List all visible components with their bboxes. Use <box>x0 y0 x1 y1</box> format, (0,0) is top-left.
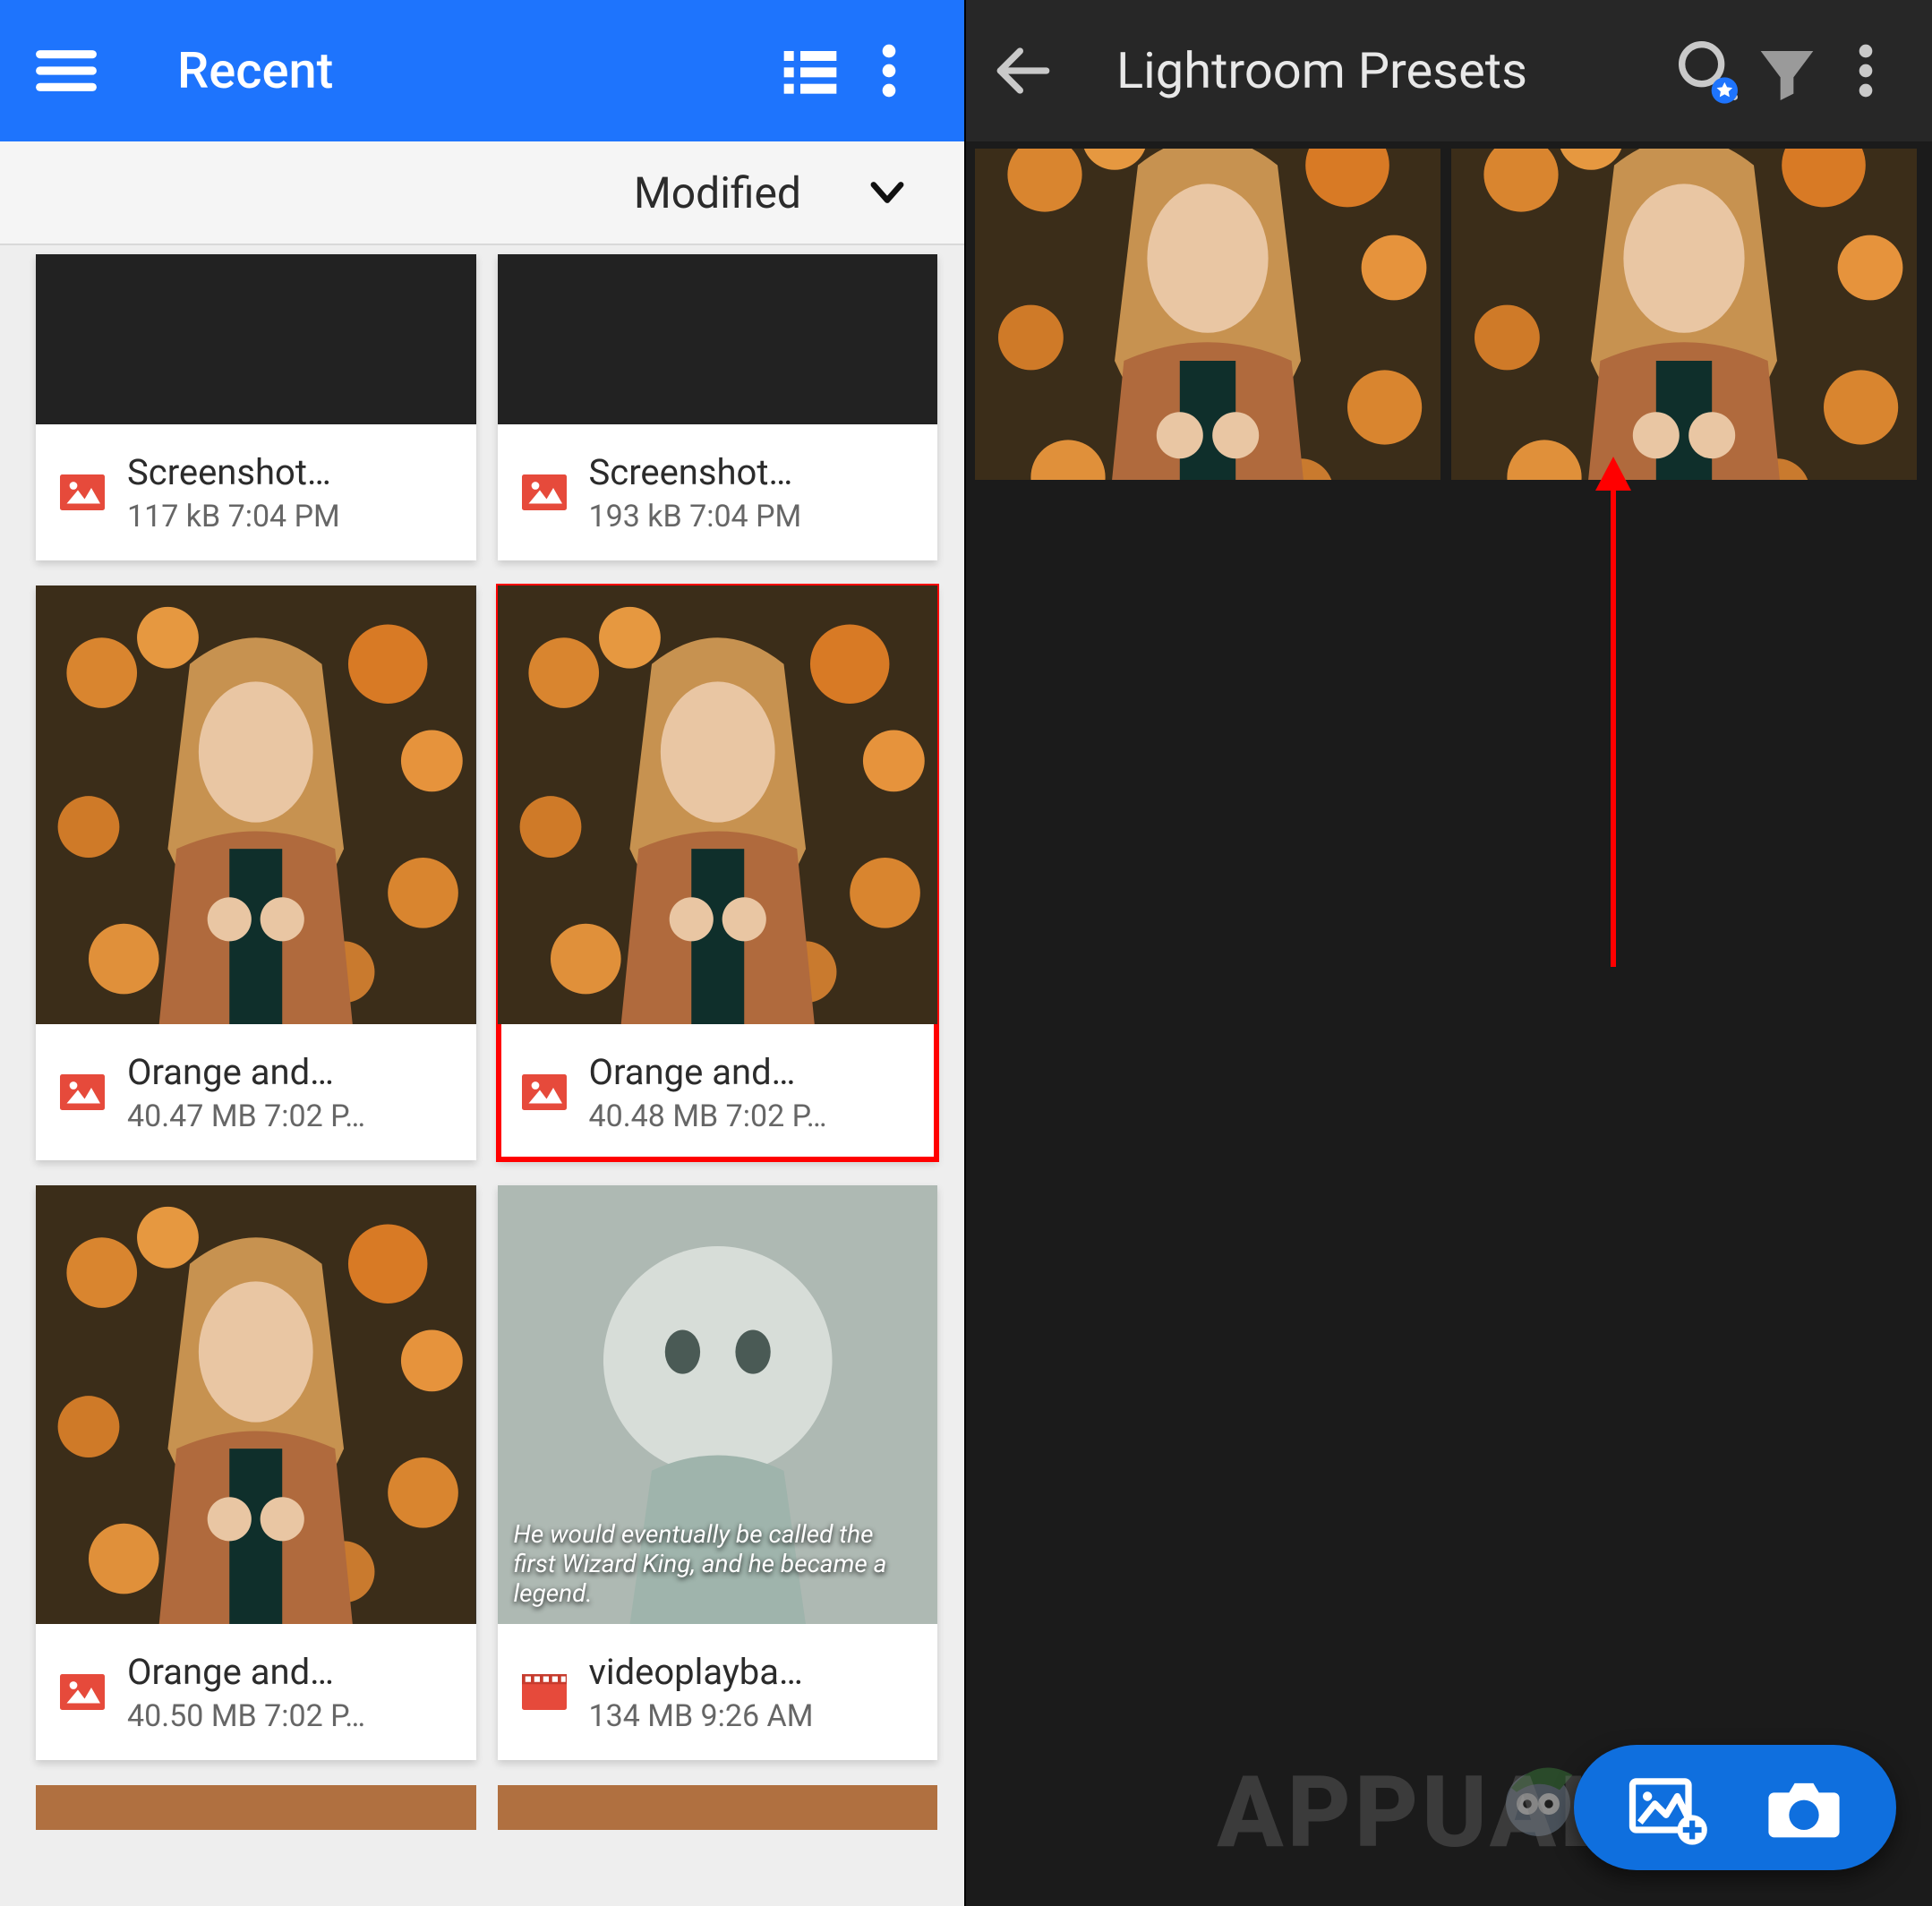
file-thumbnail <box>36 254 476 424</box>
file-caption-bar: videoplayba… 134 MB 9:26 AM <box>498 1624 938 1760</box>
view-list-icon[interactable] <box>771 31 850 110</box>
image-file-icon <box>56 1065 109 1119</box>
image-file-icon <box>517 466 571 519</box>
file-card[interactable]: He would eventually be called the first … <box>498 1185 938 1760</box>
file-card[interactable]: Screenshot… 117 kB 7:04 PM <box>36 254 476 560</box>
file-caption-bar: Orange and… 40.48 MB 7:02 P… <box>498 1024 938 1160</box>
file-thumbnail <box>36 1185 476 1624</box>
file-name-label: Screenshot… <box>589 451 919 493</box>
file-card[interactable]: Orange and… 40.50 MB 7:02 P… <box>36 1185 476 1760</box>
back-icon[interactable] <box>984 31 1063 110</box>
file-thumbnail <box>498 585 938 1024</box>
file-meta-label: 40.48 MB 7:02 P… <box>589 1098 919 1134</box>
image-file-icon <box>517 1065 571 1119</box>
subtitle-caption: He would eventually be called the first … <box>498 1519 938 1608</box>
file-picker-title: Recent <box>106 41 771 100</box>
lightroom-thumbnail[interactable] <box>1451 149 1917 480</box>
lightroom-thumbnail[interactable] <box>975 149 1440 480</box>
overflow-menu-icon[interactable] <box>1826 31 1905 110</box>
camera-icon <box>1759 1763 1849 1852</box>
file-card-partial <box>36 1785 937 1830</box>
file-caption-bar: Orange and… 40.50 MB 7:02 P… <box>36 1624 476 1760</box>
file-meta-label: 40.50 MB 7:02 P… <box>127 1698 457 1734</box>
menu-icon[interactable] <box>27 31 106 110</box>
filter-icon[interactable] <box>1748 31 1826 110</box>
file-picker-header: Recent <box>0 0 964 141</box>
lightroom-grid <box>966 141 1932 487</box>
file-grid: Screenshot… 117 kB 7:04 PM Screenshot… 193 … <box>0 245 964 1906</box>
chevron-down-icon <box>864 169 910 216</box>
video-file-icon <box>517 1665 571 1719</box>
search-people-icon[interactable] <box>1669 31 1748 110</box>
file-meta-label: 117 kB 7:04 PM <box>127 499 457 534</box>
file-name-label: Orange and… <box>127 1051 457 1093</box>
file-card[interactable]: Screenshot… 193 kB 7:04 PM <box>498 254 938 560</box>
file-name-label: Orange and… <box>127 1651 457 1693</box>
annotation-arrow-icon <box>1611 483 1616 967</box>
file-name-label: Orange and… <box>589 1051 919 1093</box>
file-name-label: videoplayba… <box>589 1651 919 1693</box>
file-meta-label: 193 kB 7:04 PM <box>589 499 919 534</box>
lightroom-header: Lightroom Presets <box>966 0 1932 141</box>
file-caption-bar: Orange and… 40.47 MB 7:02 P… <box>36 1024 476 1160</box>
image-file-icon <box>56 466 109 519</box>
overflow-menu-icon[interactable] <box>850 31 928 110</box>
file-caption-bar: Screenshot… 117 kB 7:04 PM <box>36 424 476 560</box>
lightroom-title: Lightroom Presets <box>1063 41 1669 100</box>
sort-label: Modified <box>634 167 801 218</box>
file-meta-label: 40.47 MB 7:02 P… <box>127 1098 457 1134</box>
file-card[interactable]: Orange and… 40.48 MB 7:02 P… <box>498 585 938 1160</box>
file-thumbnail <box>498 254 938 424</box>
add-photos-fab[interactable] <box>1574 1745 1896 1870</box>
file-thumbnail: He would eventually be called the first … <box>498 1185 938 1624</box>
file-thumbnail <box>36 585 476 1024</box>
lightroom-panel: Lightroom Presets APPUALS <box>966 0 1932 1906</box>
image-file-icon <box>56 1665 109 1719</box>
file-name-label: Screenshot… <box>127 451 457 493</box>
file-card[interactable]: Orange and… 40.47 MB 7:02 P… <box>36 585 476 1160</box>
file-meta-label: 134 MB 9:26 AM <box>589 1698 919 1734</box>
add-image-icon <box>1621 1763 1711 1852</box>
file-picker-panel: Recent Modified Screenshot… 117 kB 7:04 P… <box>0 0 966 1906</box>
file-caption-bar: Screenshot… 193 kB 7:04 PM <box>498 424 938 560</box>
sort-bar[interactable]: Modified <box>0 141 964 245</box>
